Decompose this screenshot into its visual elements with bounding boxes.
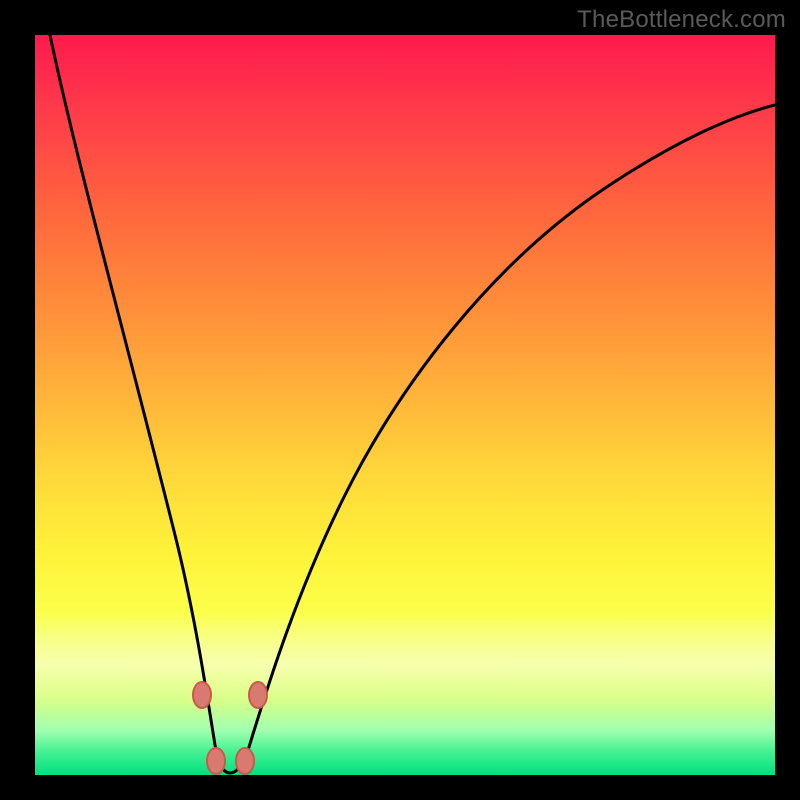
chart-frame: TheBottleneck.com — [0, 0, 800, 800]
bottleneck-curve — [50, 35, 775, 773]
curve-marker — [193, 682, 211, 708]
watermark-text: TheBottleneck.com — [577, 6, 786, 34]
curve-marker — [236, 748, 254, 774]
curve-layer — [35, 35, 775, 775]
plot-area — [35, 35, 775, 775]
curve-marker — [249, 682, 267, 708]
curve-marker — [207, 748, 225, 774]
